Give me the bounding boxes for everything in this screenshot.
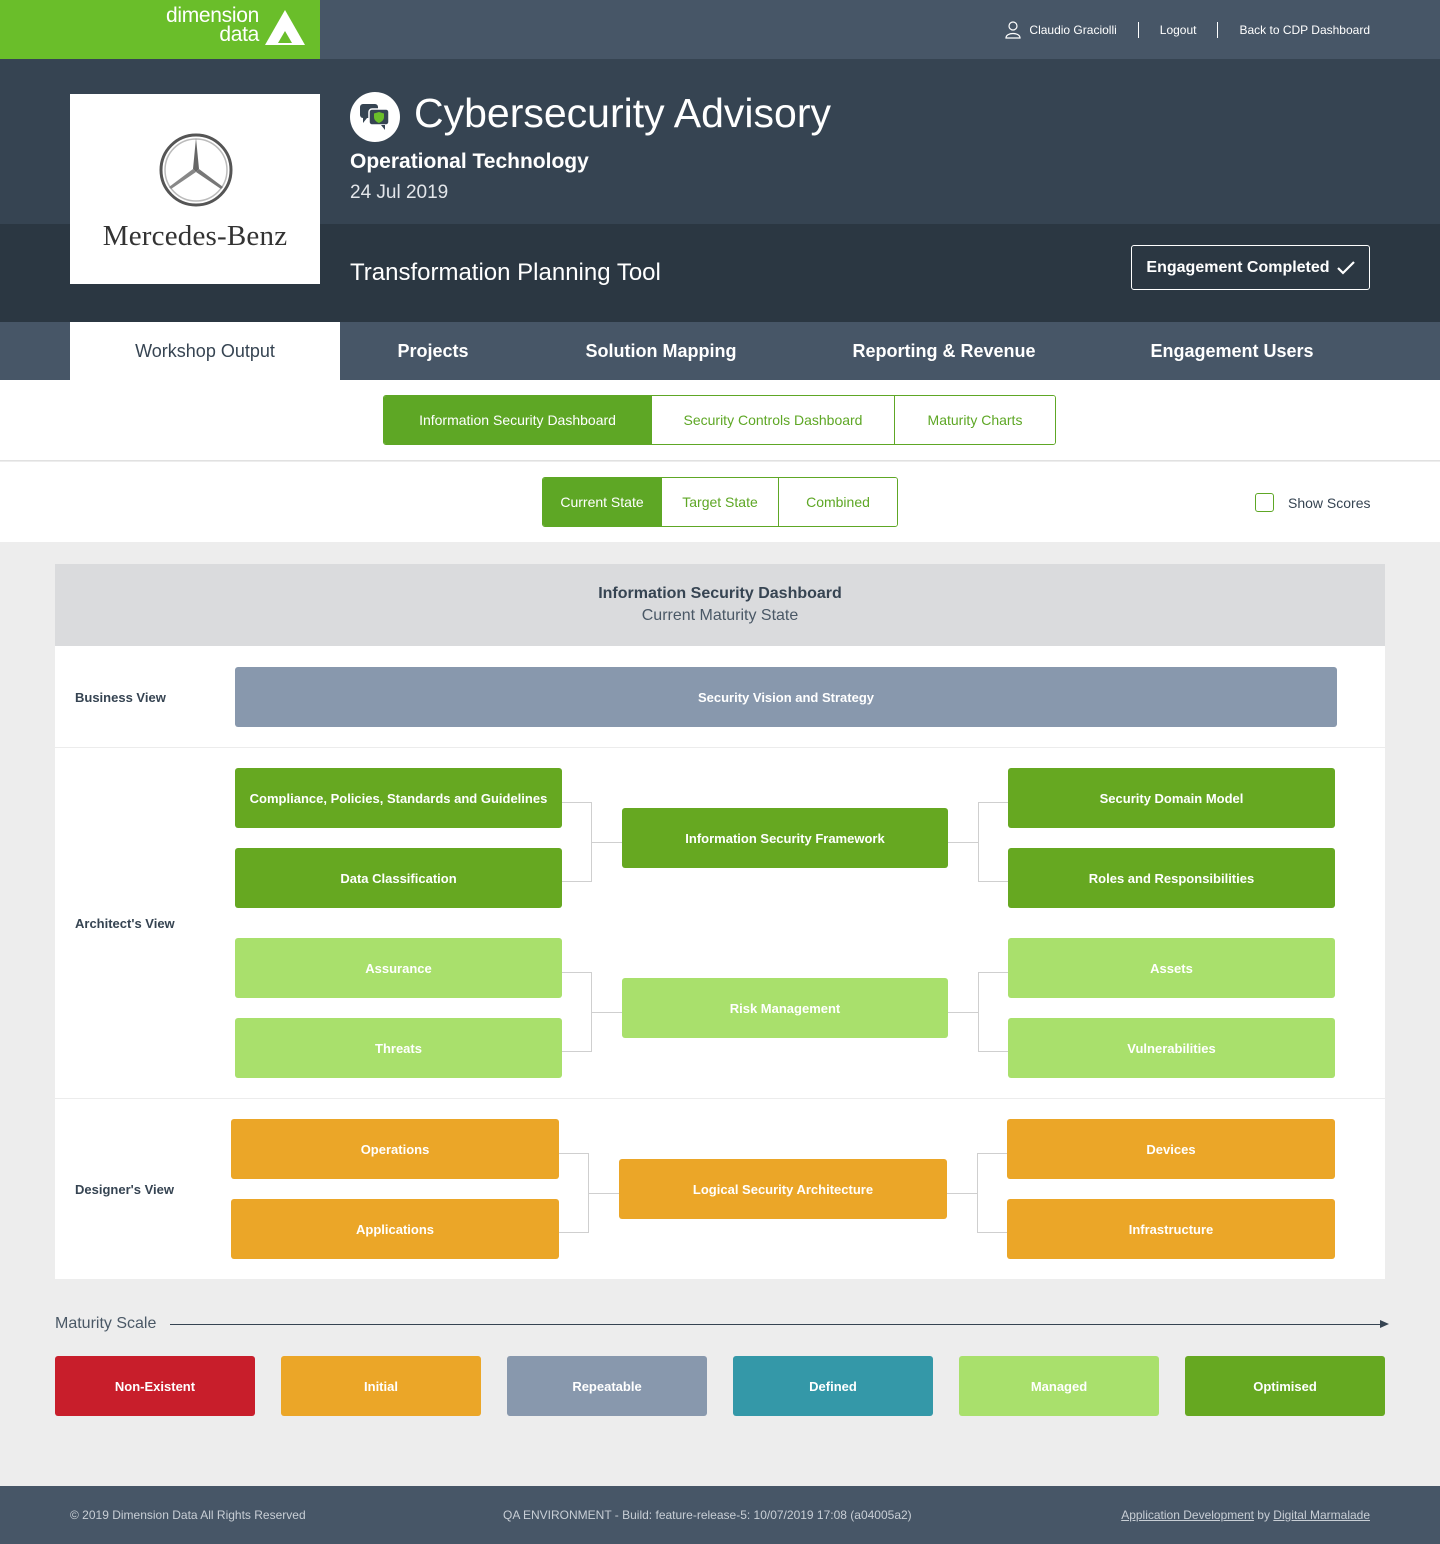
connector bbox=[562, 802, 592, 882]
client-logo: Mercedes-Benz bbox=[70, 94, 320, 284]
footer: © 2019 Dimension Data All Rights Reserve… bbox=[0, 1486, 1440, 1544]
user-icon bbox=[1005, 21, 1022, 39]
box-infrastructure[interactable]: Infrastructure bbox=[1007, 1199, 1335, 1259]
connector bbox=[948, 842, 978, 843]
logo-text-2: data bbox=[219, 23, 259, 46]
architect-view-label: Architect's View bbox=[75, 916, 175, 931]
check-icon bbox=[1336, 260, 1355, 275]
information-security-dashboard: Information Security Dashboard Current M… bbox=[55, 564, 1385, 1279]
subtab-security-controls-dashboard[interactable]: Security Controls Dashboard bbox=[652, 396, 895, 444]
nav-divider bbox=[1137, 22, 1139, 38]
connector bbox=[947, 1193, 977, 1194]
box-information-security-framework[interactable]: Information Security Framework bbox=[622, 808, 948, 868]
box-security-domain-model[interactable]: Security Domain Model bbox=[1008, 768, 1335, 828]
tab-engagement-users[interactable]: Engagement Users bbox=[1126, 322, 1338, 380]
chat-shield-icon bbox=[350, 92, 400, 142]
subtab-information-security-dashboard[interactable]: Information Security Dashboard bbox=[384, 396, 652, 444]
designer-view-label: Designer's View bbox=[75, 1182, 174, 1197]
box-assets[interactable]: Assets bbox=[1008, 938, 1335, 998]
box-roles-responsibilities[interactable]: Roles and Responsibilities bbox=[1008, 848, 1335, 908]
logout-link[interactable]: Logout bbox=[1160, 23, 1197, 37]
state-combined[interactable]: Combined bbox=[779, 478, 897, 526]
row-divider bbox=[55, 747, 1385, 748]
dashboard-switcher: Information Security Dashboard Security … bbox=[383, 395, 1056, 445]
maturity-scale-line bbox=[170, 1324, 1382, 1325]
connector bbox=[592, 1012, 622, 1013]
box-data-classification[interactable]: Data Classification bbox=[235, 848, 562, 908]
state-current[interactable]: Current State bbox=[543, 478, 662, 526]
connector bbox=[948, 1012, 978, 1013]
tab-solution-mapping[interactable]: Solution Mapping bbox=[560, 322, 762, 380]
engagement-button-label: Engagement Completed bbox=[1146, 258, 1330, 276]
connector bbox=[559, 1153, 589, 1233]
digital-marmalade-link[interactable]: Digital Marmalade bbox=[1273, 1508, 1370, 1522]
scale-optimised: Optimised bbox=[1185, 1356, 1385, 1416]
engagement-date: 24 Jul 2019 bbox=[350, 182, 449, 203]
connector bbox=[978, 972, 1008, 1052]
box-security-vision-strategy[interactable]: Security Vision and Strategy bbox=[235, 667, 1337, 727]
box-operations[interactable]: Operations bbox=[231, 1119, 559, 1179]
footer-credit: Application Development by Digital Marma… bbox=[1121, 1508, 1370, 1522]
box-applications[interactable]: Applications bbox=[231, 1199, 559, 1259]
tab-reporting-revenue[interactable]: Reporting & Revenue bbox=[826, 322, 1062, 380]
tab-workshop-output[interactable]: Workshop Output bbox=[70, 322, 340, 380]
top-bar: dimension data Claudio Graciolli Logout B… bbox=[0, 0, 1440, 59]
connector bbox=[978, 802, 1008, 882]
dashboard-subtitle: Current Maturity State bbox=[641, 607, 799, 624]
scale-initial: Initial bbox=[281, 1356, 481, 1416]
arrow-right-icon bbox=[1380, 1320, 1389, 1328]
main-tabs: Workshop Output Projects Solution Mappin… bbox=[0, 322, 1440, 380]
scale-defined: Defined bbox=[733, 1356, 933, 1416]
box-compliance-policies[interactable]: Compliance, Policies, Standards and Guid… bbox=[235, 768, 562, 828]
maturity-scale-label: Maturity Scale bbox=[55, 1315, 157, 1332]
engagement-completed-button[interactable]: Engagement Completed bbox=[1131, 245, 1370, 290]
dimension-data-logo[interactable]: dimension data bbox=[0, 0, 320, 59]
tab-projects[interactable]: Projects bbox=[340, 322, 526, 380]
connector bbox=[977, 1153, 1007, 1233]
app-title: Cybersecurity Advisory bbox=[414, 90, 831, 136]
user-name[interactable]: Claudio Graciolli bbox=[1029, 23, 1116, 37]
box-vulnerabilities[interactable]: Vulnerabilities bbox=[1008, 1018, 1335, 1078]
subtab-maturity-charts[interactable]: Maturity Charts bbox=[895, 396, 1055, 444]
box-logical-security-architecture[interactable]: Logical Security Architecture bbox=[619, 1159, 947, 1219]
box-assurance[interactable]: Assurance bbox=[235, 938, 562, 998]
back-to-dashboard-link[interactable]: Back to CDP Dashboard bbox=[1239, 23, 1370, 37]
footer-copyright: © 2019 Dimension Data All Rights Reserve… bbox=[70, 1508, 306, 1522]
dashboard-header: Information Security Dashboard Current M… bbox=[55, 564, 1385, 646]
app-development-link[interactable]: Application Development bbox=[1121, 1508, 1254, 1522]
scale-repeatable: Repeatable bbox=[507, 1356, 707, 1416]
box-devices[interactable]: Devices bbox=[1007, 1119, 1335, 1179]
box-threats[interactable]: Threats bbox=[235, 1018, 562, 1078]
connector bbox=[589, 1193, 619, 1194]
tool-title: Transformation Planning Tool bbox=[350, 259, 661, 286]
business-view-label: Business View bbox=[75, 690, 166, 705]
connector bbox=[592, 842, 622, 843]
app-subtitle: Operational Technology bbox=[350, 150, 589, 173]
footer-build-info: QA ENVIRONMENT - Build: feature-release-… bbox=[503, 1508, 912, 1522]
logo-triangle-icon bbox=[265, 10, 305, 45]
nav-divider bbox=[1217, 22, 1219, 38]
client-name: Mercedes-Benz bbox=[102, 220, 288, 252]
state-target[interactable]: Target State bbox=[662, 478, 779, 526]
scale-managed: Managed bbox=[959, 1356, 1159, 1416]
top-nav: Claudio Graciolli Logout Back to CDP Das… bbox=[1005, 21, 1370, 39]
show-scores-checkbox[interactable] bbox=[1255, 493, 1274, 512]
box-risk-management[interactable]: Risk Management bbox=[622, 978, 948, 1038]
connector bbox=[562, 972, 592, 1052]
footer-credit-by: by bbox=[1253, 1508, 1274, 1522]
scale-non-existent: Non-Existent bbox=[55, 1356, 255, 1416]
show-scores-label: Show Scores bbox=[1288, 494, 1371, 511]
dashboard-title: Information Security Dashboard bbox=[598, 585, 842, 602]
state-switcher: Current State Target State Combined bbox=[542, 477, 898, 527]
mercedes-star-icon bbox=[159, 133, 233, 207]
row-divider bbox=[55, 1098, 1385, 1099]
show-scores-toggle[interactable]: Show Scores bbox=[1255, 493, 1370, 512]
